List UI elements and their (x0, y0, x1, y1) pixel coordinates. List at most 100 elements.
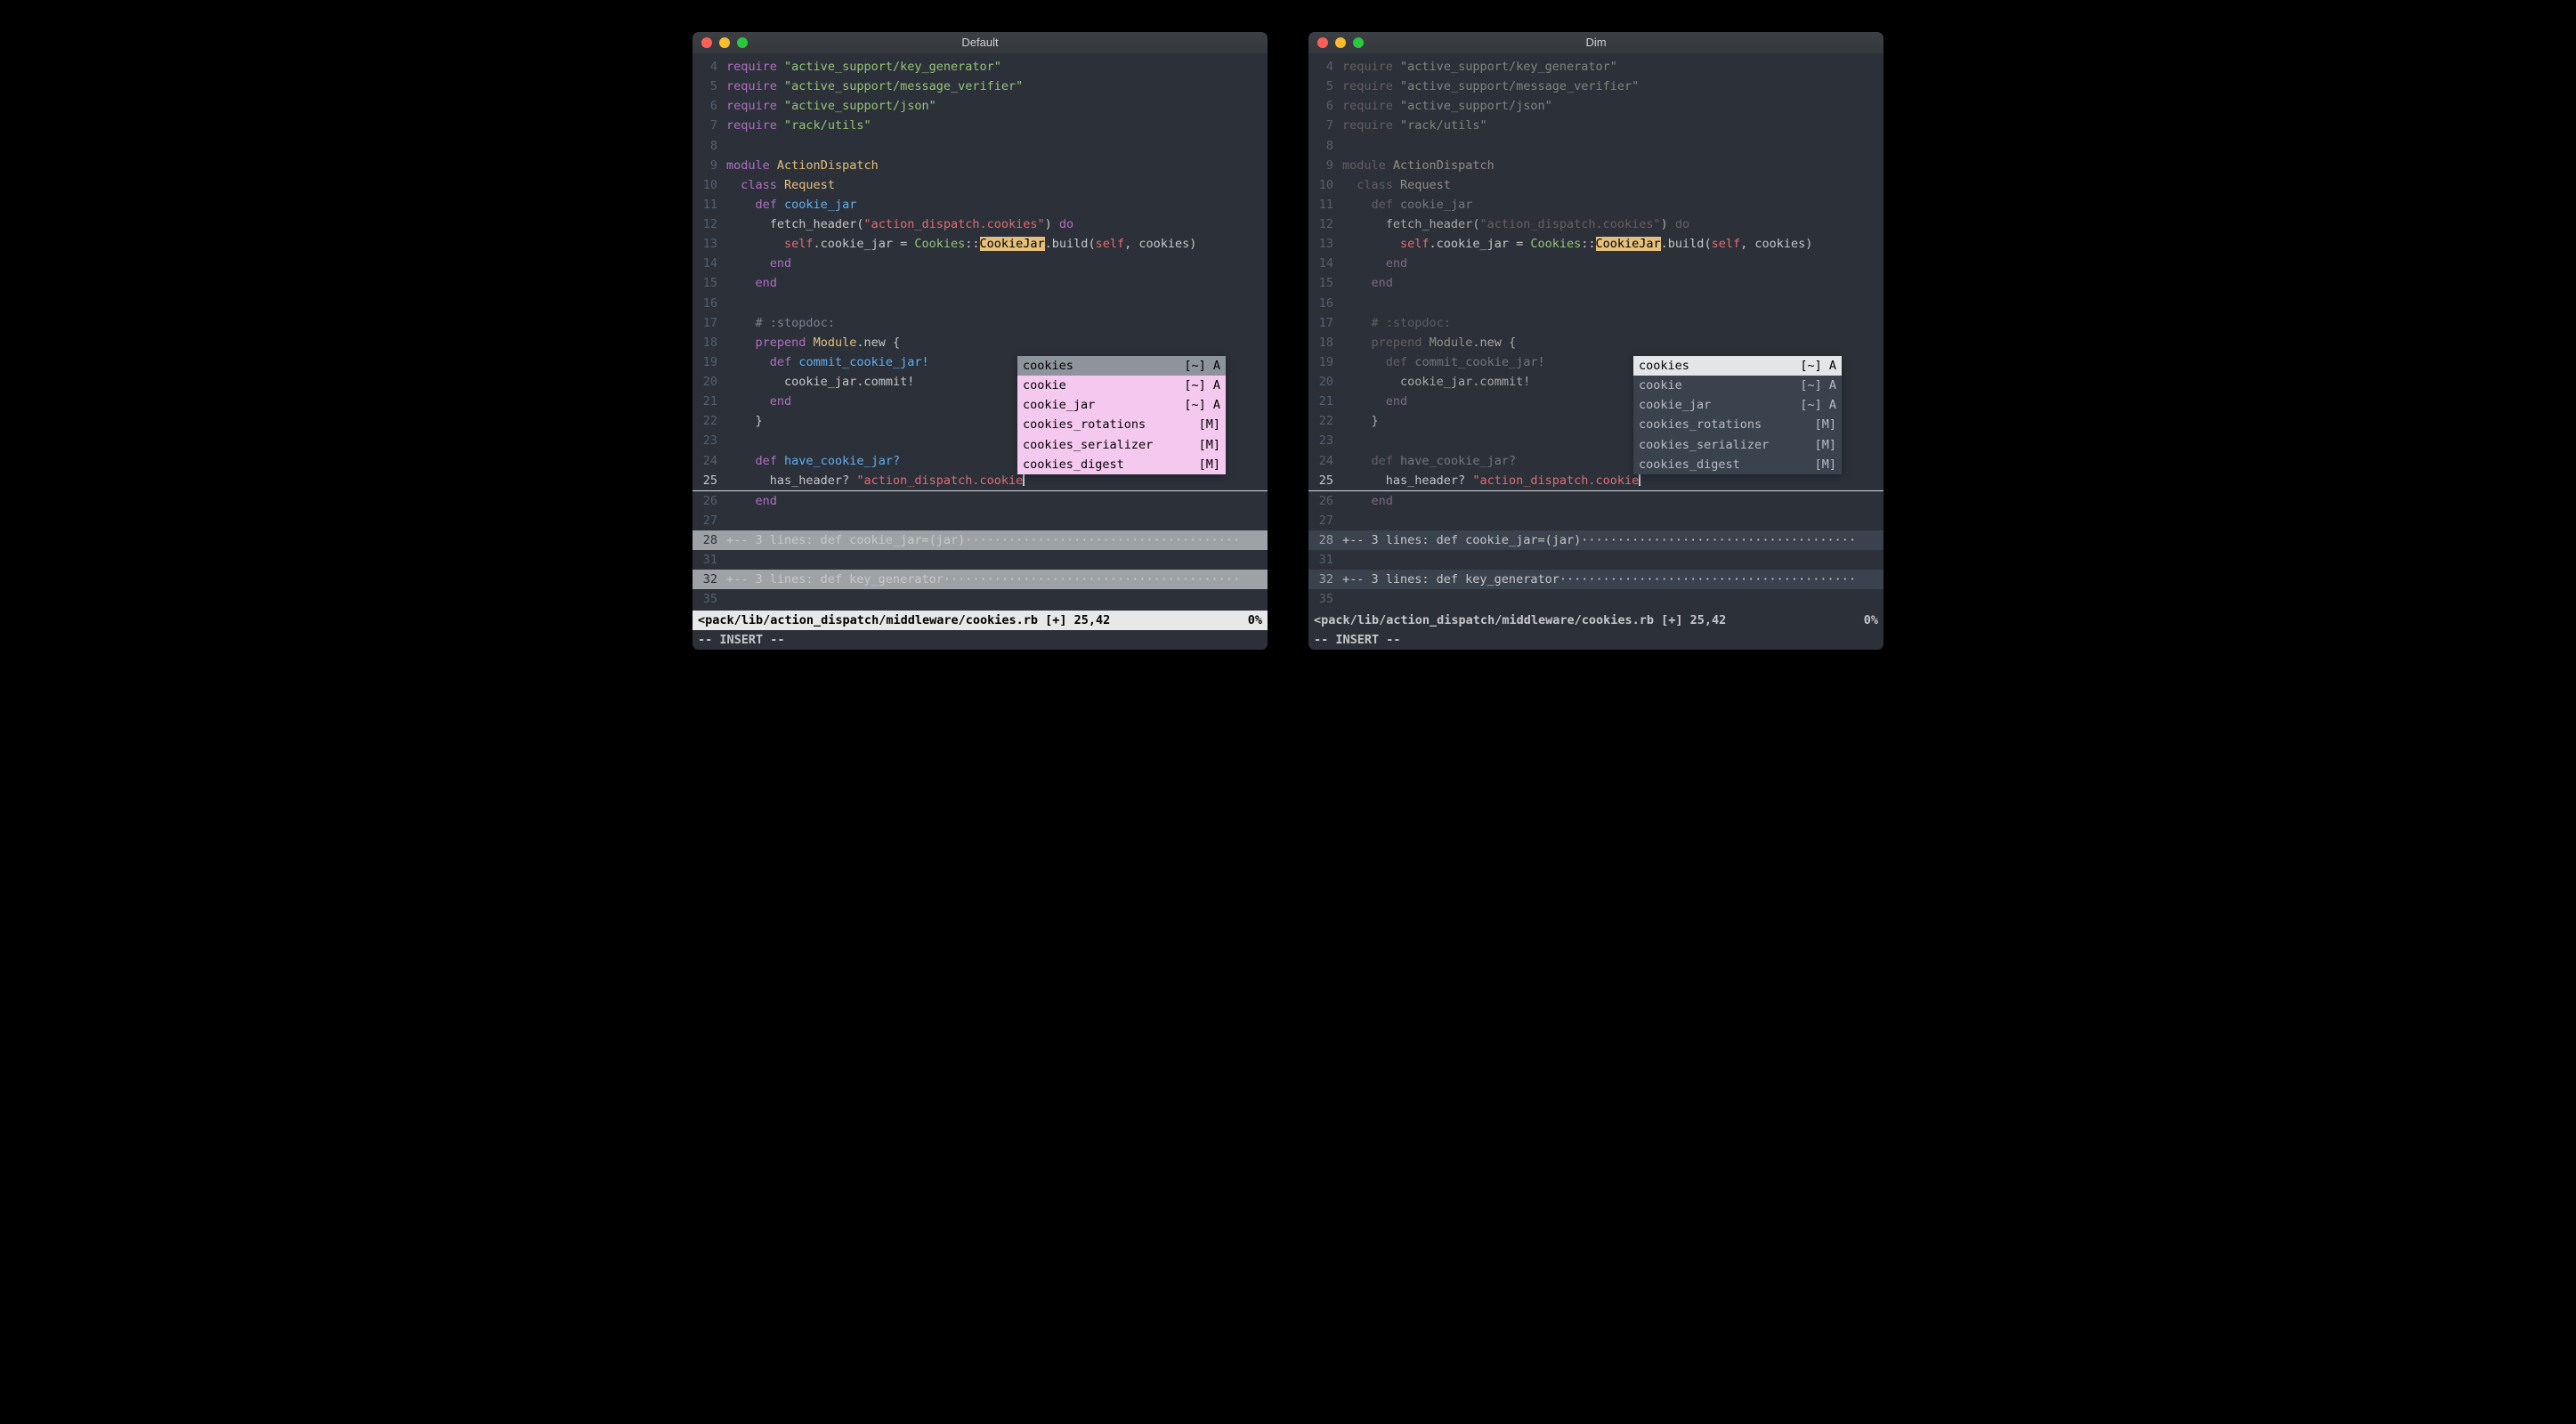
code-line[interactable]: 4 require "active_support/key_generator" (1308, 57, 1883, 77)
code-text[interactable]: fetch_header("action_dispatch.cookies") … (726, 214, 1268, 234)
code-text[interactable]: # :stopdoc: (1342, 313, 1883, 333)
code-text[interactable] (726, 294, 1268, 313)
code-line[interactable]: 27 (693, 511, 1268, 530)
code-text[interactable] (726, 136, 1268, 156)
code-line[interactable]: 16 (1308, 294, 1883, 313)
code-line[interactable]: 11 def cookie_jar (693, 195, 1268, 214)
code-line[interactable]: 6 require "active_support/json" (693, 96, 1268, 116)
code-line[interactable]: 9 module ActionDispatch (1308, 156, 1883, 175)
code-line[interactable]: 8 (1308, 136, 1883, 156)
code-line[interactable]: 31 (1308, 550, 1883, 570)
code-text[interactable]: require "rack/utils" (726, 116, 1268, 135)
completion-item[interactable]: cookies_serializer [M] (1017, 435, 1226, 455)
code-line[interactable]: 31 (693, 550, 1268, 570)
code-text[interactable]: end (726, 491, 1268, 511)
code-text[interactable]: self.cookie_jar = Cookies::CookieJar.bui… (1342, 234, 1883, 254)
code-text[interactable]: end (1342, 254, 1883, 273)
fold-line[interactable]: 28 +-- 3 lines: def cookie_jar=(jar)····… (1308, 530, 1883, 550)
code-line[interactable]: 5 require "active_support/message_verifi… (693, 77, 1268, 96)
code-line[interactable]: 12 fetch_header("action_dispatch.cookies… (693, 214, 1268, 234)
code-text[interactable]: end (1342, 491, 1883, 511)
code-line[interactable]: 26 end (693, 491, 1268, 511)
code-text[interactable]: fetch_header("action_dispatch.cookies") … (1342, 214, 1883, 234)
code-line[interactable]: 16 (693, 294, 1268, 313)
code-line[interactable]: 17 # :stopdoc: (693, 313, 1268, 333)
code-line[interactable]: 6 require "active_support/json" (1308, 96, 1883, 116)
code-text[interactable]: # :stopdoc: (726, 313, 1268, 333)
code-text[interactable]: end (726, 273, 1268, 293)
completion-item[interactable]: cookie [~] A (1017, 376, 1226, 395)
fold-line[interactable]: 32 +-- 3 lines: def key_generator·······… (693, 570, 1268, 589)
code-line[interactable]: 18 prepend Module.new { (1308, 333, 1883, 352)
code-line[interactable]: 5 require "active_support/message_verifi… (1308, 77, 1883, 96)
completion-popup[interactable]: cookies [~] A cookie [~] A cookie_jar [~… (1633, 356, 1842, 474)
code-text[interactable] (1342, 550, 1883, 570)
code-text[interactable]: require "rack/utils" (1342, 116, 1883, 135)
code-line[interactable]: 9 module ActionDispatch (693, 156, 1268, 175)
code-text[interactable]: require "active_support/json" (726, 96, 1268, 116)
code-text[interactable] (1342, 511, 1883, 530)
code-text[interactable]: require "active_support/key_generator" (726, 57, 1268, 77)
code-line[interactable]: 15 end (693, 273, 1268, 293)
code-text[interactable]: end (726, 254, 1268, 273)
code-line[interactable]: 7 require "rack/utils" (1308, 116, 1883, 135)
completion-item[interactable]: cookie [~] A (1633, 376, 1842, 395)
completion-item[interactable]: cookies_digest [M] (1633, 455, 1842, 474)
editor-area[interactable]: 4 require "active_support/key_generator"… (693, 53, 1268, 650)
code-line[interactable]: 11 def cookie_jar (1308, 195, 1883, 214)
code-line[interactable]: 26 end (1308, 491, 1883, 511)
fold-text[interactable]: +-- 3 lines: def key_generator··········… (726, 570, 1268, 589)
code-line[interactable]: 13 self.cookie_jar = Cookies::CookieJar.… (1308, 234, 1883, 254)
code-text[interactable]: class Request (726, 175, 1268, 195)
completion-item[interactable]: cookies_serializer [M] (1633, 435, 1842, 455)
code-text[interactable]: require "active_support/json" (1342, 96, 1883, 116)
fold-text[interactable]: +-- 3 lines: def key_generator··········… (1342, 570, 1883, 589)
completion-item[interactable]: cookies_rotations [M] (1633, 415, 1842, 434)
code-line[interactable]: 35 (693, 589, 1268, 609)
code-line[interactable]: 12 fetch_header("action_dispatch.cookies… (1308, 214, 1883, 234)
code-text[interactable]: def cookie_jar (726, 195, 1268, 214)
code-text[interactable]: require "active_support/message_verifier… (1342, 77, 1883, 96)
code-text[interactable] (1342, 136, 1883, 156)
code-text[interactable] (1342, 294, 1883, 313)
completion-item[interactable]: cookies_digest [M] (1017, 455, 1226, 474)
fold-line[interactable]: 32 +-- 3 lines: def key_generator·······… (1308, 570, 1883, 589)
code-text[interactable]: def cookie_jar (1342, 195, 1883, 214)
code-line[interactable]: 14 end (1308, 254, 1883, 273)
code-text[interactable]: require "active_support/key_generator" (1342, 57, 1883, 77)
code-line[interactable]: 10 class Request (693, 175, 1268, 195)
completion-item[interactable]: cookies [~] A (1633, 356, 1842, 376)
code-text[interactable]: module ActionDispatch (1342, 156, 1883, 175)
code-text[interactable]: end (1342, 273, 1883, 293)
code-line[interactable]: 10 class Request (1308, 175, 1883, 195)
code-line[interactable]: 7 require "rack/utils" (693, 116, 1268, 135)
code-text[interactable]: class Request (1342, 175, 1883, 195)
code-line[interactable]: 14 end (693, 254, 1268, 273)
completion-popup[interactable]: cookies [~] A cookie [~] A cookie_jar [~… (1017, 356, 1226, 474)
code-text[interactable] (726, 511, 1268, 530)
code-line[interactable]: 13 self.cookie_jar = Cookies::CookieJar.… (693, 234, 1268, 254)
code-text[interactable]: self.cookie_jar = Cookies::CookieJar.bui… (726, 234, 1268, 254)
code-text[interactable]: prepend Module.new { (1342, 333, 1883, 352)
code-line[interactable]: 4 require "active_support/key_generator" (693, 57, 1268, 77)
completion-item[interactable]: cookie_jar [~] A (1017, 395, 1226, 415)
code-line[interactable]: 15 end (1308, 273, 1883, 293)
code-line[interactable]: 18 prepend Module.new { (693, 333, 1268, 352)
completion-item[interactable]: cookies [~] A (1017, 356, 1226, 376)
fold-line[interactable]: 28 +-- 3 lines: def cookie_jar=(jar)····… (693, 530, 1268, 550)
editor-area[interactable]: 4 require "active_support/key_generator"… (1308, 53, 1883, 650)
code-text[interactable] (726, 550, 1268, 570)
code-line[interactable]: 35 (1308, 589, 1883, 609)
completion-item[interactable]: cookies_rotations [M] (1017, 415, 1226, 434)
completion-item[interactable]: cookie_jar [~] A (1633, 395, 1842, 415)
fold-text[interactable]: +-- 3 lines: def cookie_jar=(jar)·······… (726, 530, 1268, 550)
code-text[interactable] (726, 589, 1268, 609)
code-line[interactable]: 17 # :stopdoc: (1308, 313, 1883, 333)
code-text[interactable]: require "active_support/message_verifier… (726, 77, 1268, 96)
code-text[interactable]: module ActionDispatch (726, 156, 1268, 175)
fold-text[interactable]: +-- 3 lines: def cookie_jar=(jar)·······… (1342, 530, 1883, 550)
code-line[interactable]: 8 (693, 136, 1268, 156)
code-text[interactable]: prepend Module.new { (726, 333, 1268, 352)
code-line[interactable]: 27 (1308, 511, 1883, 530)
code-text[interactable] (1342, 589, 1883, 609)
